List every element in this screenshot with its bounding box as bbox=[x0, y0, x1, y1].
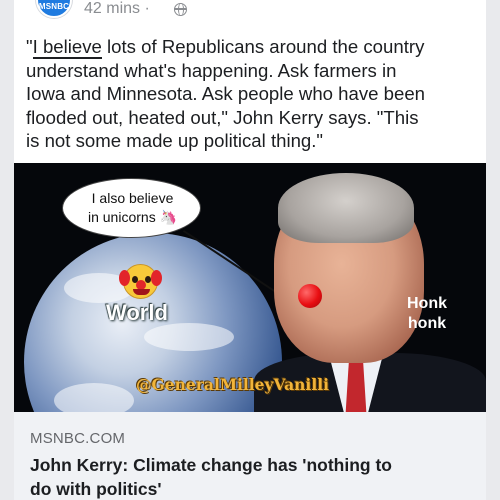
meme-image[interactable]: I also believe in unicorns 🦄 World Honk … bbox=[14, 163, 486, 412]
world-label: World bbox=[106, 300, 168, 325]
clown-face-icon bbox=[119, 264, 162, 299]
caption-line: flooded out, heated out," John Kerry say… bbox=[26, 106, 419, 128]
link-domain: MSNBC.COM bbox=[30, 430, 126, 447]
underlined-phrase: I believe bbox=[32, 36, 102, 59]
link-title[interactable]: John Kerry: Climate change has 'nothing … bbox=[30, 453, 475, 500]
facebook-post-card: MSNBC 42 mins · "I believe lots of Repub… bbox=[14, 0, 486, 500]
caption-line: is not some made up political thing." bbox=[26, 130, 324, 151]
globe-icon bbox=[174, 3, 187, 16]
msnbc-logo-text: MSNBC bbox=[38, 2, 70, 11]
post-header: MSNBC 42 mins · bbox=[14, 0, 486, 22]
speech-bubble: I also believe in unicorns 🦄 bbox=[62, 178, 201, 238]
honk-text: Honk honk bbox=[407, 295, 447, 332]
man-hair bbox=[278, 173, 414, 243]
speech-line-1: I also believe bbox=[91, 190, 174, 206]
caption-line: understand what's happening. Ask farmers… bbox=[26, 59, 397, 81]
post-caption: "I believe lots of Republicans around th… bbox=[26, 35, 481, 153]
watermark: @GeneralMilleyVanilli bbox=[136, 375, 329, 394]
speech-line-2: in unicorns 🦄 bbox=[87, 209, 178, 225]
post-timestamp[interactable]: 42 mins · bbox=[84, 0, 150, 18]
clown-nose bbox=[298, 284, 322, 308]
page-avatar[interactable]: MSNBC bbox=[36, 0, 72, 18]
caption-line: Iowa and Minnesota. Ask people who have … bbox=[26, 83, 426, 104]
link-preview[interactable]: MSNBC.COM John Kerry: Climate change has… bbox=[14, 412, 486, 500]
caption-line: "I believe lots of Republicans around th… bbox=[26, 36, 425, 59]
